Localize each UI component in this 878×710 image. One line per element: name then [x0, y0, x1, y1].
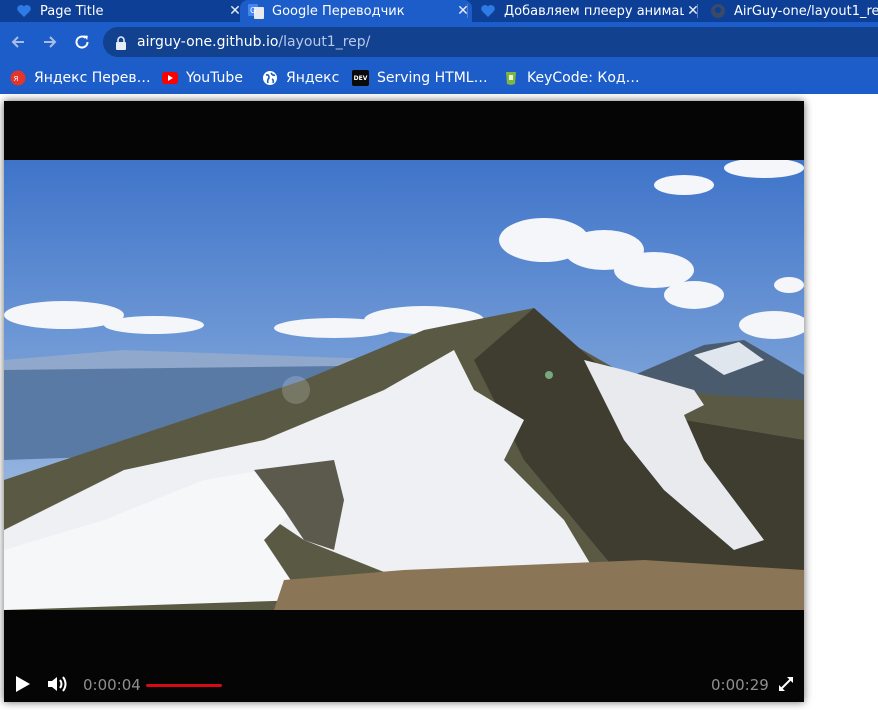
bookmark-keycode[interactable]: KeyCode: Код…	[503, 68, 640, 88]
keycode-icon	[503, 70, 519, 86]
address-bar[interactable]: airguy-one.github.io/layout1_rep/	[103, 27, 878, 57]
bookmarks-bar: Я Яндекс Перев… YouTube Яндекс DEV Servi…	[0, 62, 878, 94]
video-player[interactable]: 0:00:04 0:00:29	[4, 101, 804, 702]
lens-flare	[545, 371, 553, 379]
bookmark-label: Яндекс	[286, 70, 340, 86]
bookmark-yandex[interactable]: Яндекс	[262, 68, 339, 88]
tab-strip: Page Title ✕ G Google Переводчик ✕ Добав…	[0, 0, 878, 22]
url-text: airguy-one.github.io/layout1_rep/	[137, 34, 370, 50]
browser-toolbar: airguy-one.github.io/layout1_rep/	[0, 22, 878, 62]
bookmark-label: YouTube	[186, 70, 243, 86]
tab-separator	[467, 4, 468, 18]
bookmark-label: Яндекс Перев…	[34, 70, 151, 86]
fullscreen-icon	[779, 677, 793, 691]
fullscreen-button[interactable]	[776, 674, 796, 694]
dev-icon: DEV	[352, 70, 369, 86]
google-translate-icon: G	[248, 3, 264, 19]
play-button[interactable]	[12, 674, 32, 694]
tab-title: Google Переводчик	[272, 3, 405, 19]
yandex-translate-icon: Я	[10, 70, 26, 86]
play-icon	[16, 676, 30, 692]
url-host: airguy-one.github.io	[137, 34, 279, 50]
globe-icon	[262, 70, 278, 86]
dev-badge-text: DEV	[353, 74, 368, 82]
tab-github-repo[interactable]: AirGuy-one/layout1_rep	[702, 0, 878, 22]
bookmark-label: KeyCode: Код…	[527, 70, 640, 86]
bookmark-label: Serving HTML…	[377, 70, 488, 86]
back-arrow-icon[interactable]	[6, 30, 30, 54]
tab-title: AirGuy-one/layout1_rep	[734, 3, 878, 19]
video-frame[interactable]	[4, 160, 804, 610]
tab-title: Page Title	[40, 3, 104, 19]
svg-text:Я: Я	[14, 75, 19, 83]
tab-player-animation[interactable]: Добавляем плееру анимацию ✕	[472, 0, 702, 22]
bookmark-serving-html[interactable]: DEV Serving HTML…	[352, 68, 488, 88]
close-tab-icon[interactable]: ✕	[454, 3, 472, 19]
tab-page-title[interactable]: Page Title ✕	[8, 0, 244, 22]
lens-flare	[282, 376, 310, 404]
close-tab-icon[interactable]: ✕	[684, 3, 702, 19]
player-controls: 0:00:04 0:00:29	[4, 666, 804, 702]
reload-icon[interactable]	[70, 30, 94, 54]
heart-icon	[16, 3, 32, 19]
volume-icon	[48, 676, 67, 692]
youtube-icon	[162, 70, 178, 86]
tab-google-translate[interactable]: G Google Переводчик ✕	[240, 0, 472, 22]
duration-time: 0:00:29	[711, 676, 769, 694]
tab-separator	[697, 4, 698, 18]
volume-button[interactable]	[46, 674, 70, 694]
progress-bar[interactable]	[146, 684, 222, 687]
bookmark-yandex-translate[interactable]: Я Яндекс Перев…	[10, 68, 151, 88]
lock-icon	[115, 35, 127, 50]
forward-arrow-icon[interactable]	[38, 30, 62, 54]
current-time: 0:00:04	[83, 676, 141, 694]
github-icon	[710, 3, 726, 19]
heart-icon	[480, 3, 496, 19]
tab-title: Добавляем плееру анимацию	[504, 3, 684, 19]
bookmark-youtube[interactable]: YouTube	[162, 68, 243, 88]
svg-text:G: G	[250, 6, 256, 15]
url-path: /layout1_rep/	[278, 34, 371, 50]
